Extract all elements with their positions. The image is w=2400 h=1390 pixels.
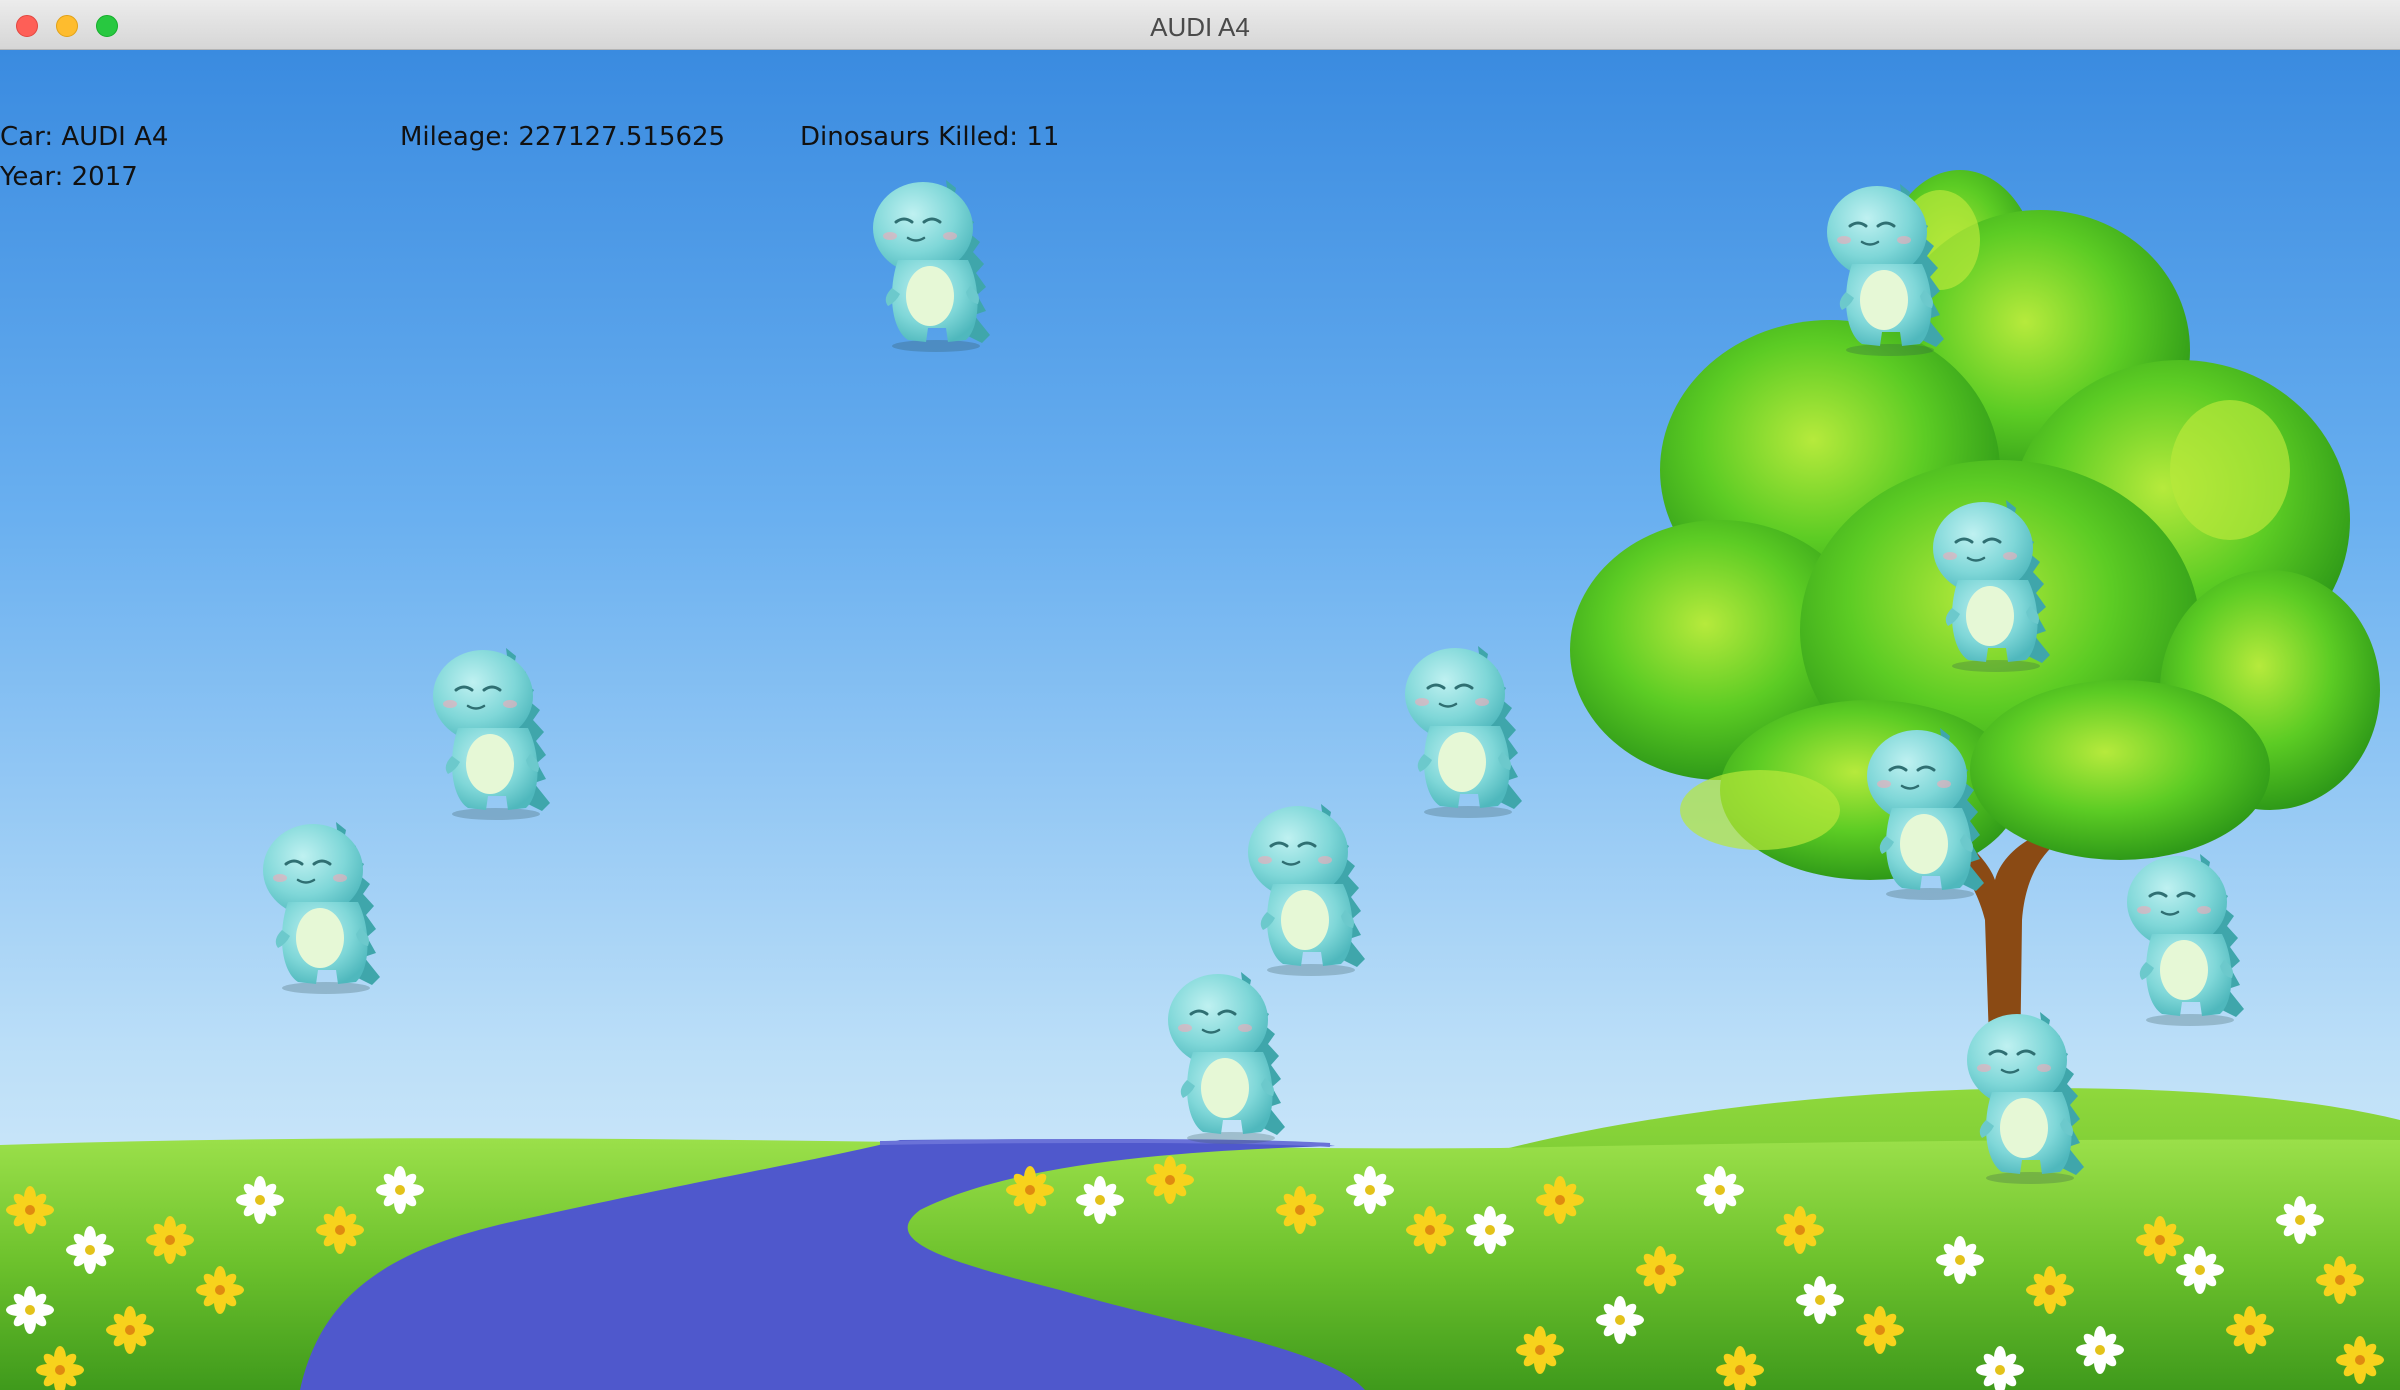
dinosaur-9[interactable] <box>2122 842 2252 1027</box>
dinosaur-8[interactable] <box>258 810 388 995</box>
dinosaur-10[interactable] <box>1163 960 1293 1145</box>
car-label: Car: AUDI A4 <box>0 122 169 152</box>
dinosaur-1[interactable] <box>868 168 998 353</box>
dinosaur-2[interactable] <box>1822 172 1952 357</box>
dinosaur-7[interactable] <box>1243 792 1373 977</box>
mileage-label: Mileage: 227127.515625 <box>400 122 726 152</box>
dinosaur-6[interactable] <box>1862 716 1992 901</box>
dinosaur-5[interactable] <box>1400 634 1530 819</box>
dinosaurs-killed-label: Dinosaurs Killed: 11 <box>800 122 1060 152</box>
title-bar: AUDI A4 <box>0 0 2400 50</box>
game-scene <box>0 50 2400 1390</box>
game-canvas[interactable]: Car: AUDI A4 Year: 2017 Mileage: 227127.… <box>0 50 2400 1390</box>
app-window: AUDI A4 Car: AUDI A4 Year: 2017 Mileage:… <box>0 0 2400 1390</box>
dinosaur-11[interactable] <box>1962 1000 2092 1185</box>
year-label: Year: 2017 <box>0 162 138 192</box>
dinosaur-4[interactable] <box>428 636 558 821</box>
window-title: AUDI A4 <box>1150 12 1250 42</box>
dinosaur-3[interactable] <box>1928 488 2058 673</box>
